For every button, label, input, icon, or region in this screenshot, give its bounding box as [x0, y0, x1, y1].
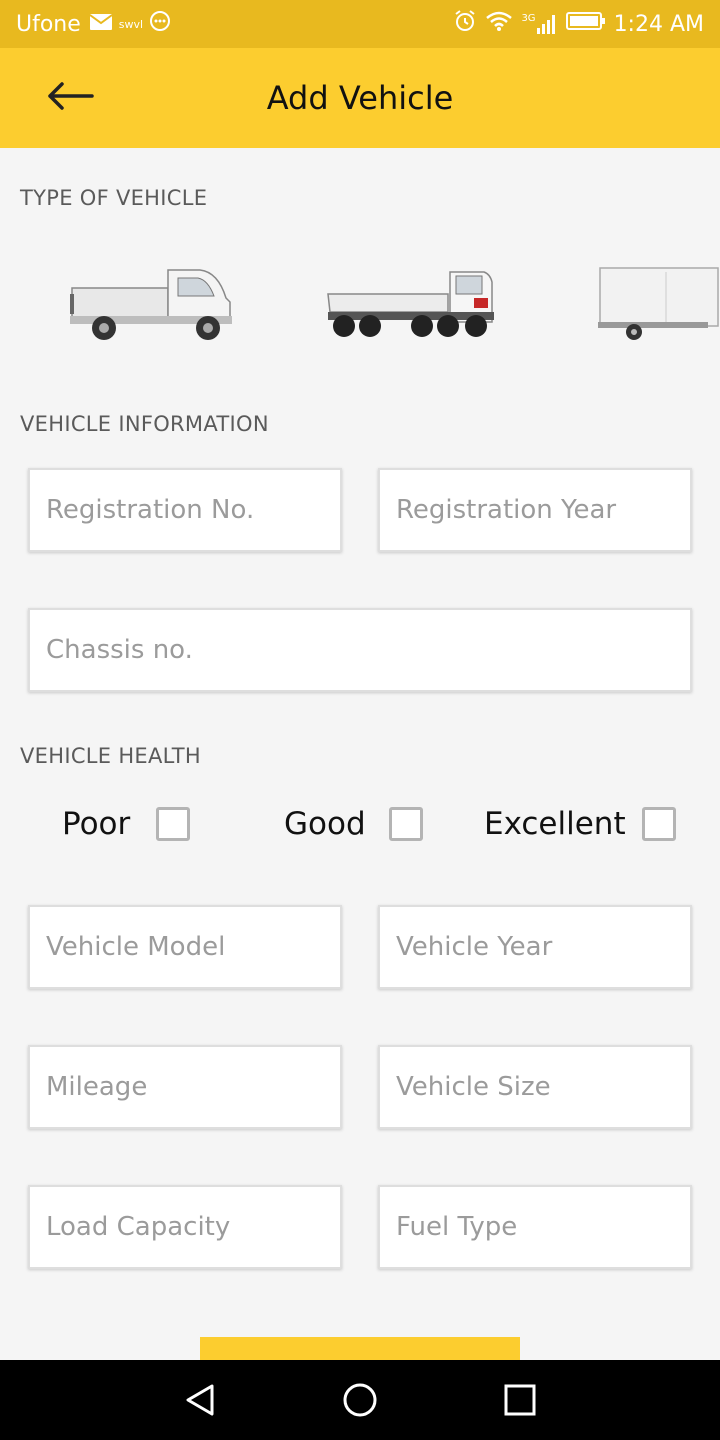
- vehicle-model-input[interactable]: [30, 907, 340, 987]
- vehicle-type-carousel[interactable]: [0, 250, 720, 360]
- notification-text: swvl: [118, 17, 144, 31]
- pickup-truck-icon: [68, 269, 236, 360]
- submit-button[interactable]: [200, 1337, 520, 1360]
- health-option-excellent-checkbox[interactable]: [642, 807, 676, 841]
- chassis-no-field[interactable]: [28, 608, 692, 692]
- vehicle-type-pickup[interactable]: [68, 250, 236, 360]
- flatbed-truck-icon: [324, 271, 498, 360]
- vehicle-size-field[interactable]: [378, 1045, 692, 1129]
- vehicle-model-field[interactable]: [28, 905, 342, 989]
- load-capacity-field[interactable]: [28, 1185, 342, 1269]
- arrow-left-icon: [46, 80, 94, 116]
- circle-home-icon: [340, 1383, 380, 1424]
- fuel-type-input[interactable]: [380, 1187, 690, 1267]
- mail-icon: [89, 12, 113, 37]
- health-option-good-checkbox[interactable]: [389, 807, 423, 841]
- mileage-field[interactable]: [28, 1045, 342, 1129]
- network-type: 3G: [521, 13, 536, 24]
- nav-home-button[interactable]: [340, 1380, 380, 1420]
- vehicle-type-trailer[interactable]: [596, 250, 720, 360]
- back-button[interactable]: [36, 74, 104, 122]
- vehicle-year-field[interactable]: [378, 905, 692, 989]
- registration-no-field[interactable]: [28, 468, 342, 552]
- battery-icon: [565, 11, 606, 37]
- clock-time: 1:24 AM: [613, 11, 704, 37]
- health-option-excellent-label: Excellent: [484, 806, 626, 842]
- alarm-icon: [453, 9, 477, 39]
- mileage-input[interactable]: [30, 1047, 340, 1127]
- square-recents-icon: [500, 1384, 540, 1424]
- vehicle-type-flatbed[interactable]: [324, 250, 498, 360]
- wifi-icon: [485, 10, 513, 38]
- section-label-type-of-vehicle: TYPE OF VEHICLE: [20, 186, 208, 210]
- page-title: Add Vehicle: [266, 79, 454, 117]
- system-nav-bar: [0, 1360, 720, 1440]
- nav-back-button[interactable]: [180, 1380, 220, 1420]
- registration-year-field[interactable]: [378, 468, 692, 552]
- vehicle-size-input[interactable]: [380, 1047, 690, 1127]
- section-label-vehicle-health: VEHICLE HEALTH: [20, 744, 201, 768]
- registration-year-input[interactable]: [380, 470, 690, 550]
- vehicle-health-options: Poor Good Excellent: [0, 800, 720, 852]
- fuel-type-field[interactable]: [378, 1185, 692, 1269]
- app-bar: Add Vehicle: [0, 48, 720, 148]
- registration-no-input[interactable]: [30, 470, 340, 550]
- health-option-good-label: Good: [284, 806, 366, 842]
- health-option-poor-label: Poor: [62, 806, 131, 842]
- chat-icon: [149, 10, 171, 38]
- signal-icon: 3G: [521, 13, 557, 35]
- load-capacity-input[interactable]: [30, 1187, 340, 1267]
- section-label-vehicle-information: VEHICLE INFORMATION: [20, 412, 269, 436]
- vehicle-year-input[interactable]: [380, 907, 690, 987]
- health-option-poor-checkbox[interactable]: [156, 807, 190, 841]
- status-bar: Ufone swvl 3G 1:24 AM: [0, 0, 720, 48]
- chassis-no-input[interactable]: [30, 610, 690, 690]
- nav-recents-button[interactable]: [500, 1380, 540, 1420]
- trailer-icon: [596, 267, 720, 360]
- carrier-name: Ufone: [16, 11, 81, 37]
- triangle-back-icon: [180, 1384, 220, 1424]
